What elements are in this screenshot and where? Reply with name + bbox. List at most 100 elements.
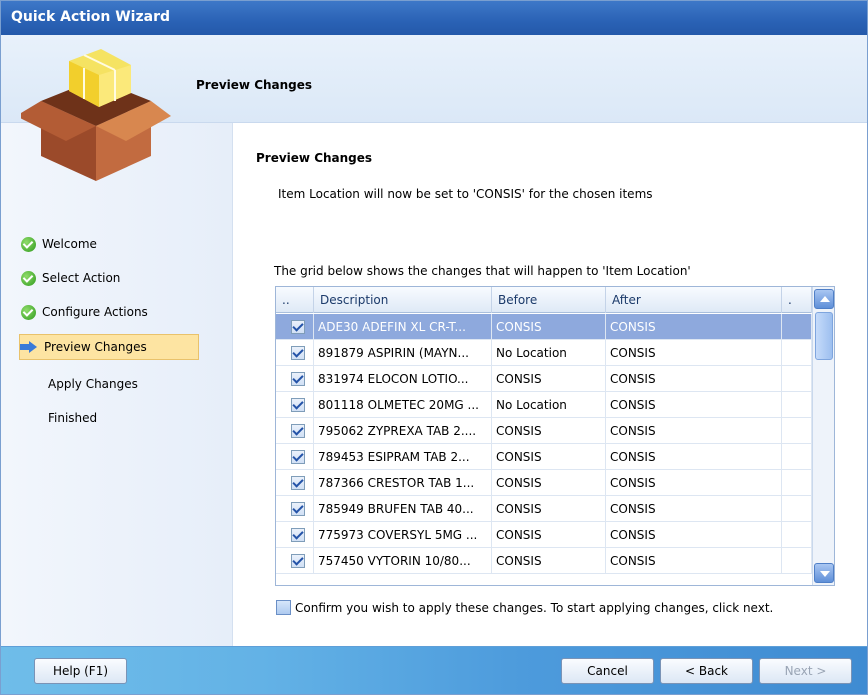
row-checkbox[interactable] <box>291 398 305 412</box>
cell-select <box>276 496 314 522</box>
title-bar[interactable]: Quick Action Wizard <box>1 1 867 35</box>
window-title: Quick Action Wizard <box>11 9 170 25</box>
scroll-up-button[interactable] <box>814 289 834 309</box>
row-checkbox[interactable] <box>291 476 305 490</box>
step-label: Finished <box>48 411 98 425</box>
cell-description: 891879 ASPIRIN (MAYN... <box>314 340 492 366</box>
cancel-button[interactable]: Cancel <box>561 658 654 684</box>
cell-select <box>276 418 314 444</box>
table-row[interactable]: 789453 ESIPRAM TAB 2... CONSIS CONSIS <box>276 444 812 470</box>
table-row[interactable]: 785949 BRUFEN TAB 40... CONSIS CONSIS <box>276 496 812 522</box>
cell-extra <box>782 418 812 444</box>
step-sidebar: Welcome Select Action Configure Actions … <box>1 123 233 646</box>
confirm-label: Confirm you wish to apply these changes.… <box>295 600 774 615</box>
row-checkbox[interactable] <box>291 450 305 464</box>
cell-before: No Location <box>492 340 606 366</box>
cell-extra <box>782 548 812 574</box>
step-label: Apply Changes <box>48 377 138 391</box>
cell-description: 775973 COVERSYL 5MG ... <box>314 522 492 548</box>
row-checkbox[interactable] <box>291 372 305 386</box>
cell-before: CONSIS <box>492 470 606 496</box>
cell-before: CONSIS <box>492 366 606 392</box>
cell-after: CONSIS <box>606 392 782 418</box>
cell-after: CONSIS <box>606 522 782 548</box>
cell-after: CONSIS <box>606 340 782 366</box>
check-icon <box>21 304 36 320</box>
header-title: Preview Changes <box>196 78 313 92</box>
cell-extra <box>782 366 812 392</box>
step-label: Welcome <box>42 237 97 251</box>
grid-caption: The grid below shows the changes that wi… <box>274 264 691 278</box>
footer-bar: Help (F1) Cancel < Back Next > <box>1 646 867 694</box>
cell-select <box>276 470 314 496</box>
scroll-thumb[interactable] <box>815 312 833 360</box>
step-welcome: Welcome <box>21 231 201 257</box>
column-header-before[interactable]: Before <box>492 287 606 313</box>
table-row[interactable]: 801118 OLMETEC 20MG ... No Location CONSIS <box>276 392 812 418</box>
cell-description: ADE30 ADEFIN XL CR-T... <box>314 314 492 340</box>
row-checkbox[interactable] <box>291 320 305 334</box>
cell-after: CONSIS <box>606 314 782 340</box>
step-label: Select Action <box>42 271 121 285</box>
cell-description: 757450 VYTORIN 10/80... <box>314 548 492 574</box>
cell-before: CONSIS <box>492 418 606 444</box>
table-row[interactable]: 795062 ZYPREXA TAB 2.... CONSIS CONSIS <box>276 418 812 444</box>
table-row[interactable]: ADE30 ADEFIN XL CR-T... CONSIS CONSIS <box>276 314 812 340</box>
cell-before: CONSIS <box>492 444 606 470</box>
cell-description: 831974 ELOCON LOTIO... <box>314 366 492 392</box>
cell-description: 795062 ZYPREXA TAB 2.... <box>314 418 492 444</box>
step-preview-changes: Preview Changes <box>19 334 199 360</box>
row-checkbox[interactable] <box>291 554 305 568</box>
table-row[interactable]: 787366 CRESTOR TAB 1... CONSIS CONSIS <box>276 470 812 496</box>
scroll-down-button[interactable] <box>814 563 834 583</box>
changes-grid[interactable]: .. Description Before After . ADE30 ADEF… <box>275 286 835 586</box>
step-configure-actions: Configure Actions <box>21 299 201 325</box>
cell-select <box>276 522 314 548</box>
cell-description: 787366 CRESTOR TAB 1... <box>314 470 492 496</box>
cell-extra <box>782 496 812 522</box>
cell-select <box>276 314 314 340</box>
check-icon <box>21 236 36 252</box>
row-checkbox[interactable] <box>291 424 305 438</box>
cell-extra <box>782 314 812 340</box>
help-button[interactable]: Help (F1) <box>34 658 127 684</box>
confirm-checkbox[interactable] <box>276 600 291 615</box>
vertical-scrollbar[interactable] <box>812 287 834 585</box>
cell-before: CONSIS <box>492 496 606 522</box>
cell-after: CONSIS <box>606 548 782 574</box>
row-checkbox[interactable] <box>291 528 305 542</box>
cell-select <box>276 392 314 418</box>
table-row[interactable]: 775973 COVERSYL 5MG ... CONSIS CONSIS <box>276 522 812 548</box>
wizard-window: Quick Action Wizard Preview Changes Welc… <box>0 0 868 695</box>
cell-before: No Location <box>492 392 606 418</box>
cell-description: 801118 OLMETEC 20MG ... <box>314 392 492 418</box>
cell-extra <box>782 522 812 548</box>
column-header-extra[interactable]: . <box>782 287 812 313</box>
table-row[interactable]: 891879 ASPIRIN (MAYN... No Location CONSIS <box>276 340 812 366</box>
step-label: Preview Changes <box>44 340 147 354</box>
cell-after: CONSIS <box>606 366 782 392</box>
table-row[interactable]: 831974 ELOCON LOTIO... CONSIS CONSIS <box>276 366 812 392</box>
step-finished: Finished <box>21 405 201 431</box>
column-header-select[interactable]: .. <box>276 287 314 313</box>
cell-after: CONSIS <box>606 418 782 444</box>
row-checkbox[interactable] <box>291 346 305 360</box>
cell-after: CONSIS <box>606 470 782 496</box>
back-button[interactable]: < Back <box>660 658 753 684</box>
column-header-description[interactable]: Description <box>314 287 492 313</box>
cell-before: CONSIS <box>492 522 606 548</box>
cell-extra <box>782 470 812 496</box>
box-icon <box>21 49 171 181</box>
column-header-after[interactable]: After <box>606 287 782 313</box>
cell-after: CONSIS <box>606 444 782 470</box>
check-icon <box>21 270 36 286</box>
table-row[interactable]: 757450 VYTORIN 10/80... CONSIS CONSIS <box>276 548 812 574</box>
grid-header: .. Description Before After . <box>276 287 812 313</box>
arrow-right-icon <box>20 341 38 353</box>
row-checkbox[interactable] <box>291 502 305 516</box>
cell-extra <box>782 444 812 470</box>
cell-before: CONSIS <box>492 548 606 574</box>
cell-description: 785949 BRUFEN TAB 40... <box>314 496 492 522</box>
confirm-checkbox-row[interactable]: Confirm you wish to apply these changes.… <box>276 600 773 615</box>
next-button[interactable]: Next > <box>759 658 852 684</box>
